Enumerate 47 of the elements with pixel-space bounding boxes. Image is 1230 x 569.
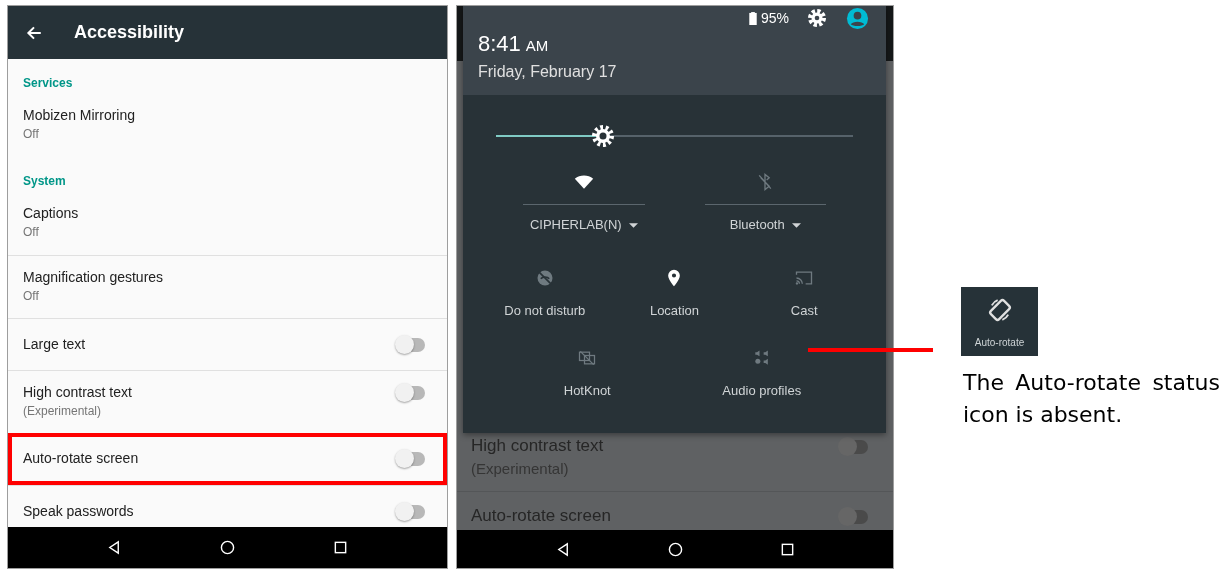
setting-summary: Off [23, 224, 40, 240]
back-icon[interactable] [107, 540, 122, 555]
quick-tile[interactable]: HotKnot [500, 348, 675, 399]
back-icon[interactable] [555, 541, 571, 557]
date-text: Friday, February 17 [478, 63, 618, 81]
quick-tile[interactable]: Do not disturb [480, 268, 610, 319]
setting-summary: Off [23, 126, 40, 142]
caret-icon [628, 222, 638, 228]
quick-tile[interactable]: Cast [739, 268, 869, 319]
setting-title[interactable]: Mobizen Mirroring [23, 107, 136, 124]
note-text: The Auto-rotate status icon is absent. [963, 369, 1220, 429]
setting-title[interactable]: Captions [23, 205, 79, 222]
setting-title[interactable]: Speak passwords [23, 503, 134, 520]
section-header: System [22, 173, 67, 190]
clock-time: 8:41 [478, 31, 521, 57]
settings-icon[interactable] [807, 8, 827, 28]
quick-tile[interactable]: Audio profiles [674, 348, 849, 399]
crossed-screens-icon [577, 348, 598, 368]
home-icon[interactable] [220, 540, 235, 555]
recents-icon[interactable] [333, 540, 348, 555]
setting-title[interactable]: Magnification gestures [23, 269, 164, 286]
home-icon[interactable] [667, 541, 683, 557]
screen-title: Accessibility [74, 22, 185, 43]
battery-level: 95% [760, 10, 789, 26]
section-header: Services [22, 75, 74, 92]
caret-icon [791, 222, 801, 228]
setting-title[interactable]: High contrast text [23, 384, 132, 401]
battery-icon [748, 11, 757, 25]
clock-meridiem: AM [525, 37, 549, 54]
setting-summary: Off [23, 288, 40, 304]
setting-summary: (Experimental) [23, 403, 103, 419]
quick-tile[interactable]: Location [609, 268, 740, 319]
toggle-switch[interactable] [397, 452, 425, 466]
toggle-switch[interactable] [397, 505, 425, 519]
recents-icon[interactable] [779, 541, 795, 557]
setting-title: Auto-rotate screen [471, 506, 611, 526]
network-tile[interactable]: Bluetooth [704, 172, 826, 233]
setting-title[interactable]: Large text [23, 336, 86, 353]
brightness-thumb[interactable] [591, 124, 616, 148]
toggle-switch[interactable] [397, 386, 425, 400]
setting-title: High contrast text [471, 436, 604, 456]
toggle-switch[interactable] [397, 338, 425, 352]
network-tile[interactable]: CIPHERLAB(N) [523, 172, 645, 233]
user-avatar-icon[interactable] [846, 6, 869, 30]
auto-rotate-tile: Auto-rotate [961, 287, 1038, 356]
brightness-slider[interactable] [496, 124, 853, 148]
setting-title[interactable]: Auto-rotate screen [23, 450, 139, 467]
